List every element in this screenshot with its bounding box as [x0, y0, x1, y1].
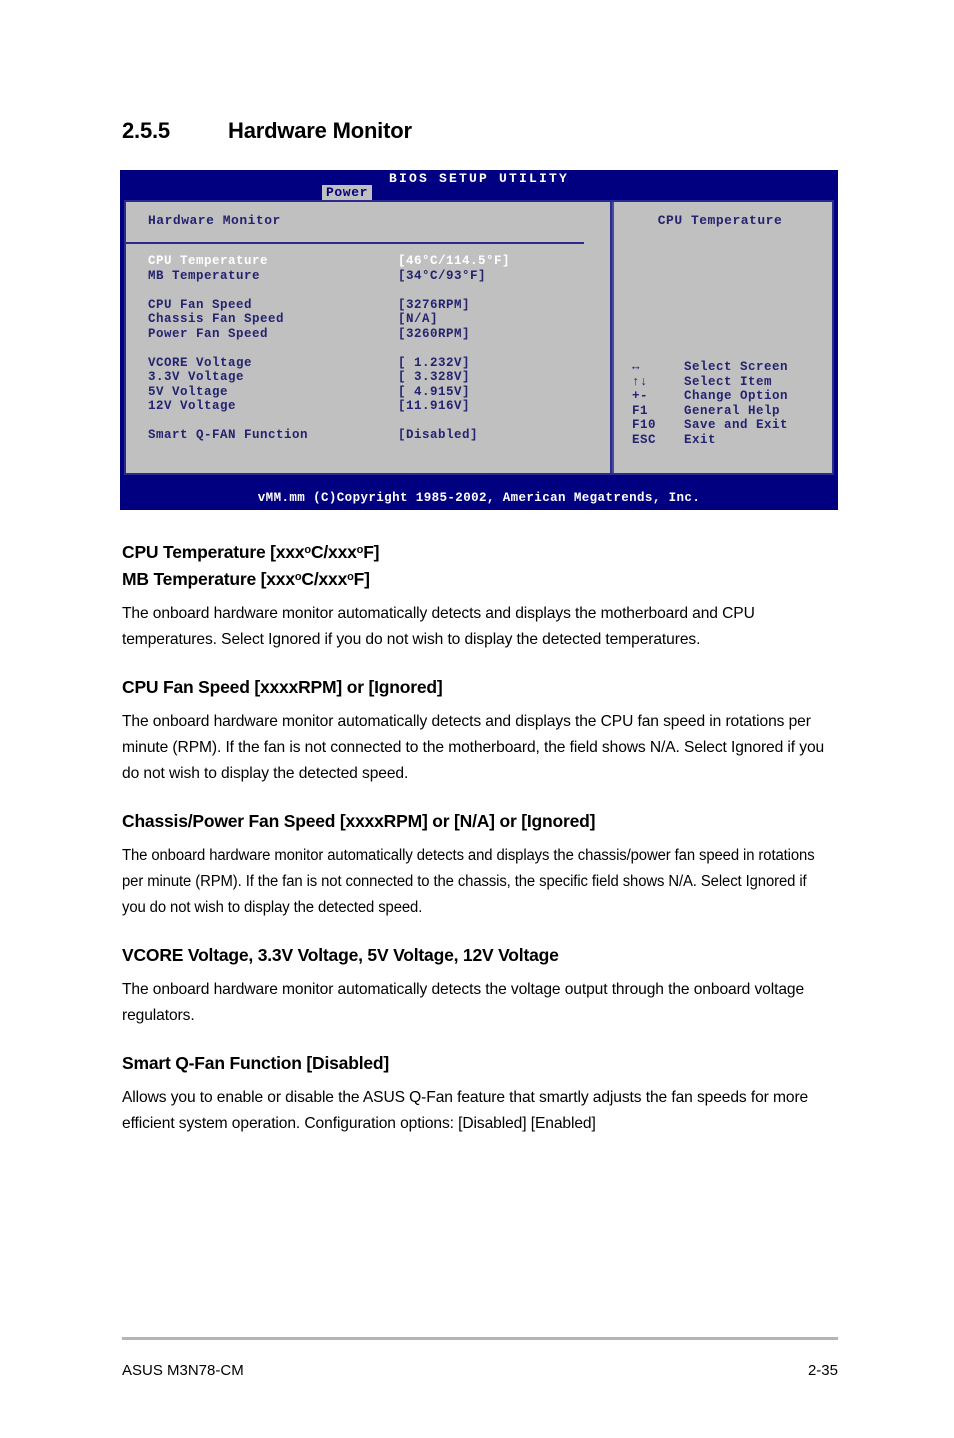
- help-panel-title: CPU Temperature: [657, 213, 783, 228]
- legend-description: General Help: [684, 403, 781, 418]
- item-heading-cpu-temperature: CPU Temperature [xxxoC/xxxoF]: [122, 542, 380, 562]
- item-body-voltages: The onboard hardware monitor automatical…: [122, 981, 805, 1024]
- legend-key: F10: [632, 418, 657, 432]
- setting-row[interactable]: 3.3V Voltage [ 3.328V]: [148, 370, 588, 385]
- section-title: Hardware Monitor: [228, 118, 412, 143]
- setting-label: 3.3V Voltage: [148, 370, 245, 384]
- legend-description: Select Item: [684, 374, 773, 389]
- bios-copyright-footer: vMM.mm (C)Copyright 1985-2002, American …: [120, 488, 838, 510]
- setting-value: [ 1.232V]: [398, 355, 471, 370]
- item-body-smart-q-fan: Allows you to enable or disable the ASUS…: [122, 1089, 809, 1132]
- footer-divider: [122, 1337, 838, 1340]
- bios-setup-screenshot: BIOS SETUP UTILITY Power Hardware Monito…: [120, 170, 838, 510]
- row-spacer: [148, 414, 588, 429]
- bios-body: Hardware Monitor CPU Temperature [46°C/11…: [124, 200, 834, 475]
- footer-model-name: ASUS M3N78-CM: [122, 1362, 244, 1379]
- setting-label: 5V Voltage: [148, 384, 229, 399]
- setting-row[interactable]: CPU Fan Speed [3276RPM]: [148, 298, 588, 313]
- panel-divider: [126, 242, 584, 244]
- hardware-monitor-row-list: CPU Temperature [46°C/114.5°F] MB Temperat…: [148, 254, 588, 443]
- setting-value: [46°C/114.5°F]: [398, 254, 511, 268]
- bios-help-panel: CPU Temperature ↔ Select Screen ↑↓ Select I…: [612, 202, 832, 473]
- legend-description: Select Screen: [684, 360, 789, 374]
- legend-key: F1: [632, 403, 649, 418]
- setting-value: [ 3.328V]: [398, 370, 471, 384]
- item-heading-chassis-power-fan-speed: Chassis/Power Fan Speed [xxxxRPM] or [N/…: [122, 811, 596, 831]
- setting-value: [3260RPM]: [398, 326, 471, 341]
- setting-label: Chassis Fan Speed: [148, 312, 285, 326]
- setting-value: [11.916V]: [398, 399, 471, 413]
- setting-value: [Disabled]: [398, 428, 479, 442]
- item-body-cpu-fan-speed: The onboard hardware monitor automatical…: [122, 713, 825, 782]
- item-heading-voltages: VCORE Voltage, 3.3V Voltage, 5V Voltage,…: [122, 945, 559, 965]
- setting-row[interactable]: MB Temperature [34°C/93°F]: [148, 269, 588, 284]
- setting-label: Smart Q-FAN Function: [148, 428, 309, 442]
- setting-row[interactable]: CPU Temperature [46°C/114.5°F]: [148, 254, 588, 269]
- legend-key: ↔: [632, 360, 641, 374]
- setting-label: MB Temperature: [148, 268, 261, 283]
- setting-value: [ 4.915V]: [398, 384, 471, 399]
- setting-row[interactable]: VCORE Voltage [ 1.232V]: [148, 356, 588, 371]
- item-heading-smart-q-fan: Smart Q-Fan Function [Disabled]: [122, 1053, 390, 1073]
- item-body-chassis-power-fan-speed: The onboard hardware monitor automatical…: [122, 847, 815, 916]
- setting-label: CPU Fan Speed: [148, 297, 253, 312]
- legend-key: ESC: [632, 432, 657, 447]
- setting-row[interactable]: 12V Voltage [11.916V]: [148, 399, 588, 414]
- bios-utility-title: BIOS SETUP UTILITY: [388, 171, 570, 186]
- section-number: 2.5.5: [122, 118, 170, 143]
- footer-page-number: 2-35: [807, 1362, 838, 1379]
- row-spacer: [148, 283, 588, 298]
- bios-titlebar: BIOS SETUP UTILITY Power: [120, 170, 838, 201]
- setting-label: 12V Voltage: [148, 399, 237, 413]
- tab-power[interactable]: Power: [322, 185, 373, 201]
- setting-label: Power Fan Speed: [148, 326, 269, 341]
- setting-row[interactable]: Smart Q-FAN Function [Disabled]: [148, 428, 588, 443]
- setting-value: [34°C/93°F]: [398, 268, 487, 283]
- setting-row[interactable]: Chassis Fan Speed [N/A]: [148, 312, 588, 327]
- setting-label: VCORE Voltage: [148, 355, 253, 370]
- panel-heading: Hardware Monitor: [148, 213, 281, 228]
- bios-settings-panel: Hardware Monitor CPU Temperature [46°C/11…: [126, 202, 612, 473]
- setting-label: CPU Temperature: [148, 254, 269, 268]
- legend-description: Change Option: [684, 389, 789, 403]
- setting-row[interactable]: 5V Voltage [ 4.915V]: [148, 385, 588, 400]
- item-body-temperature: The onboard hardware monitor automatical…: [122, 605, 755, 648]
- item-heading-cpu-fan-speed: CPU Fan Speed [xxxxRPM] or [Ignored]: [122, 677, 443, 697]
- setting-value: [N/A]: [398, 312, 439, 326]
- page-title: 2.5.5 Hardware Monitor: [122, 118, 412, 144]
- setting-row[interactable]: Power Fan Speed [3260RPM]: [148, 327, 588, 342]
- legend-description: Exit: [684, 432, 717, 447]
- setting-value: [3276RPM]: [398, 297, 471, 312]
- legend-key: ↑↓: [632, 374, 649, 389]
- document-body: CPU Temperature [xxxoC/xxxoF] MB Tempera…: [122, 538, 844, 1137]
- legend-key: +-: [632, 389, 649, 403]
- item-heading-mb-temperature: MB Temperature [xxxoC/xxxoF]: [122, 569, 370, 589]
- legend-description: Save and Exit: [684, 418, 789, 432]
- row-spacer: [148, 341, 588, 356]
